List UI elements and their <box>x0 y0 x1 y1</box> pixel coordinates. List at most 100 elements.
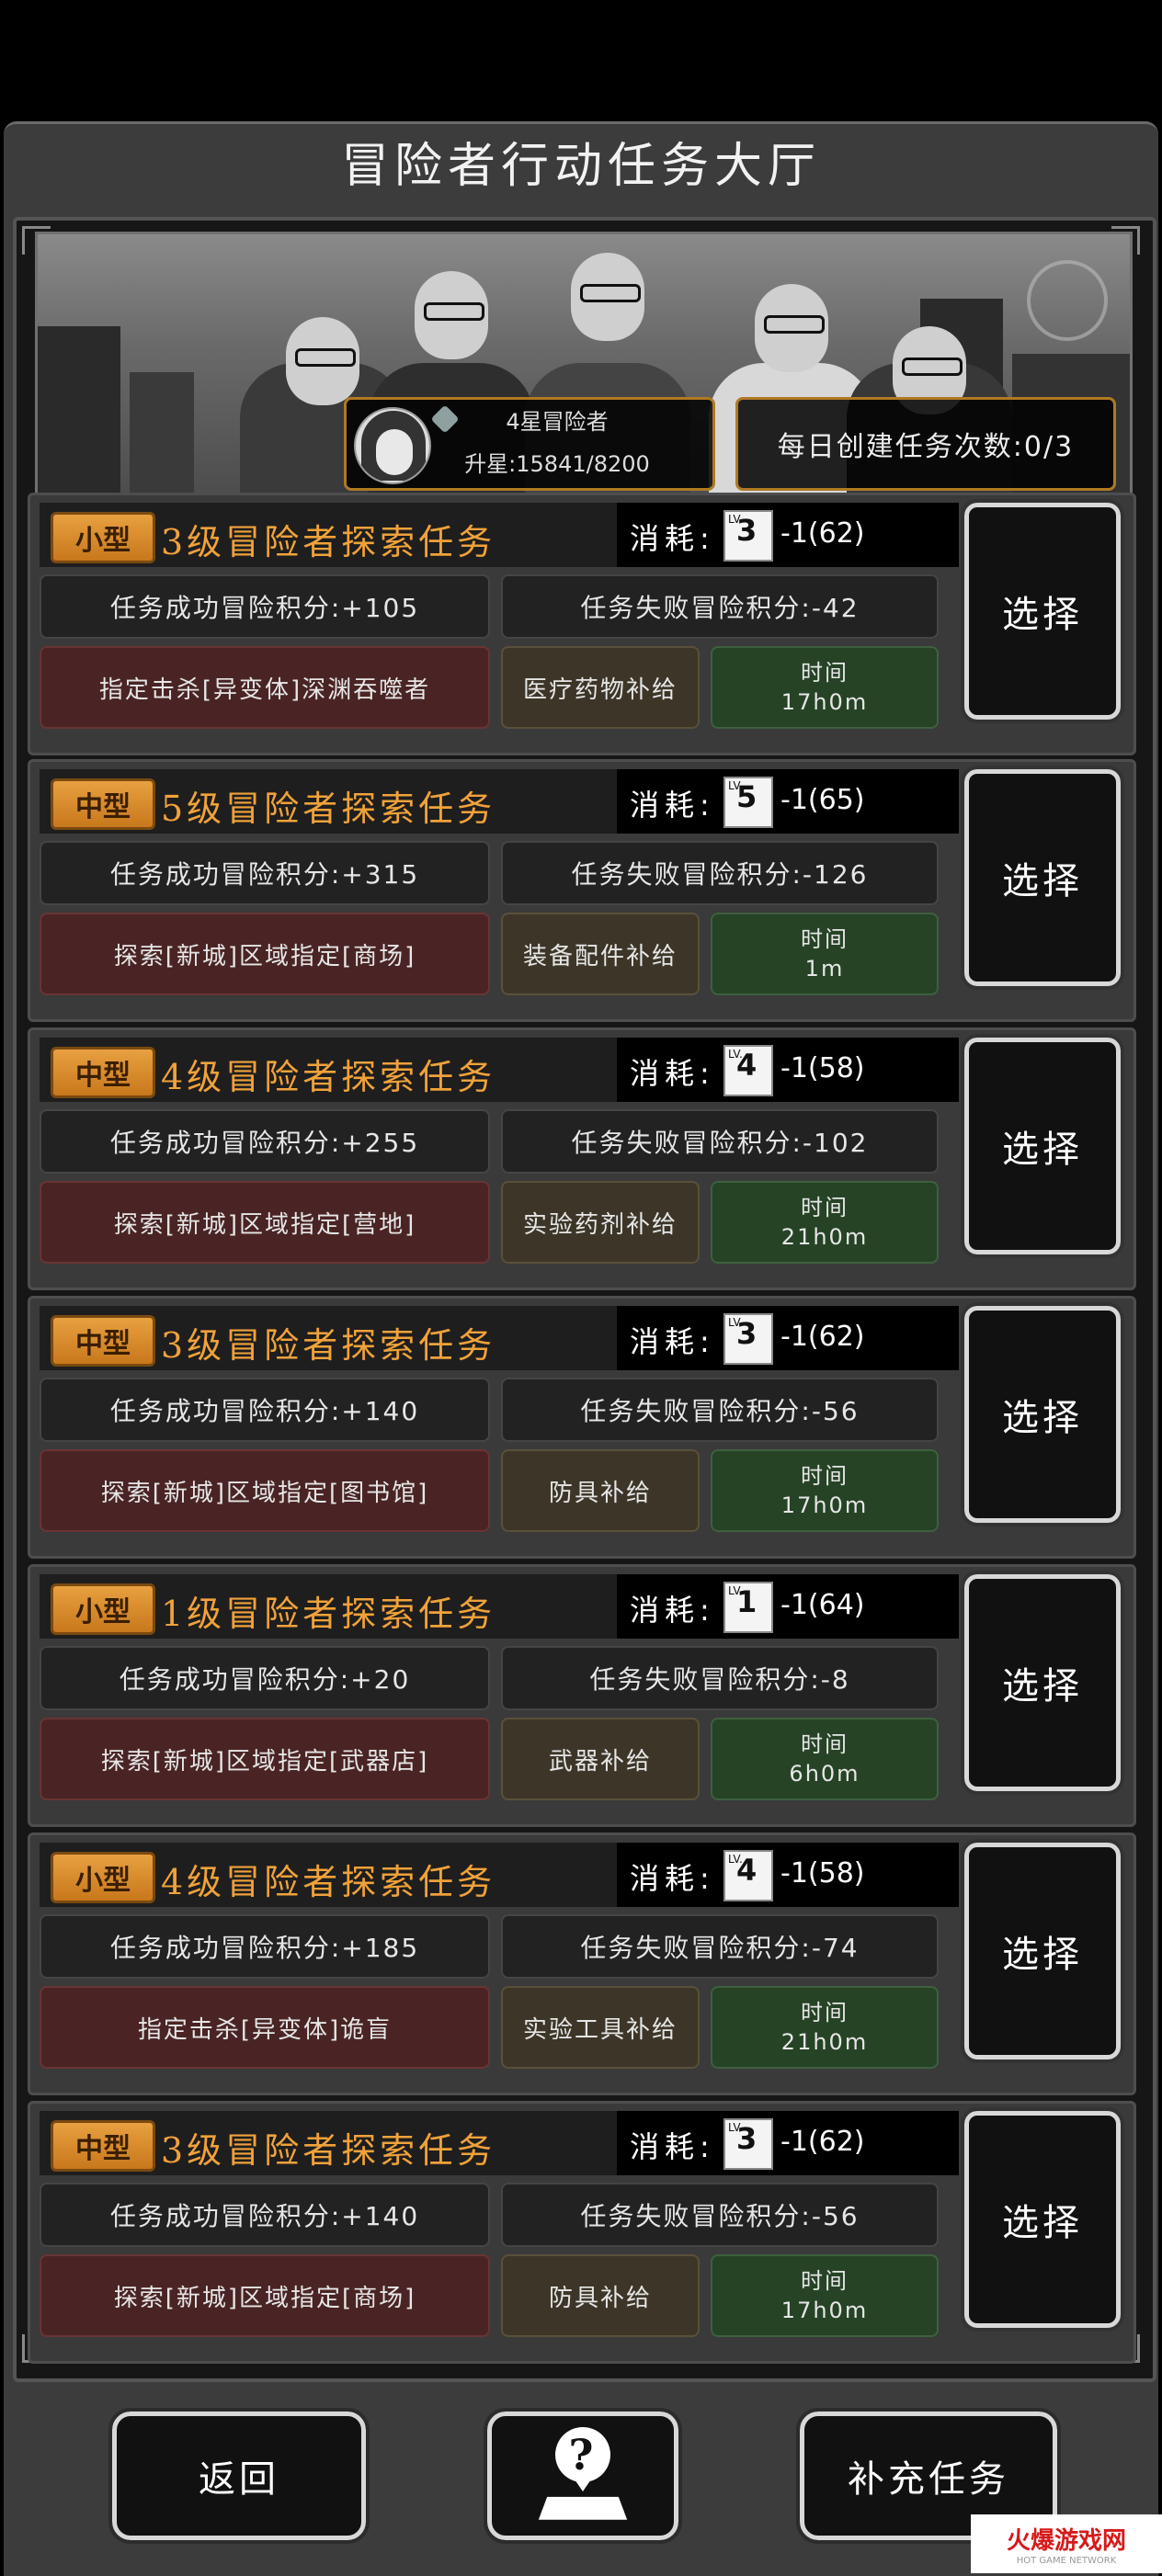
cost-label: 消耗: <box>630 1056 715 1091</box>
fail-points: 任务失败冒险积分:-42 <box>501 574 939 639</box>
cost-value: -1(62) <box>780 1321 865 1353</box>
task-time: 时间 21h0m <box>711 1986 939 2069</box>
watermark-subtitle: HOT GAME NETWORK <box>1016 2556 1117 2566</box>
task-title: 1级冒险者探索任务 <box>161 1594 496 1634</box>
success-points: 任务成功冒险积分:+185 <box>40 1914 490 1979</box>
task-size-badge: 中型 <box>51 2120 155 2172</box>
time-label: 时间 <box>801 2000 849 2026</box>
fail-points: 任务失败冒险积分:-74 <box>501 1914 939 1979</box>
cost-value: -1(62) <box>780 517 865 550</box>
time-value: 17h0m <box>780 1492 869 1518</box>
fail-points: 任务失败冒险积分:-56 <box>501 1378 939 1442</box>
task-title: 4级冒险者探索任务 <box>161 1862 496 1902</box>
time-label: 时间 <box>801 2268 849 2294</box>
task-cost: 消耗: LV. 3 -1(62) <box>617 503 959 567</box>
page-title: 冒险者行动任务大厅 <box>340 139 821 194</box>
time-label: 时间 <box>801 1731 849 1757</box>
task-cost: 消耗: LV. 5 -1(65) <box>617 769 959 834</box>
time-value: 17h0m <box>780 689 869 715</box>
level-card-number: 3 <box>736 2121 758 2156</box>
select-button[interactable]: 选择 <box>961 1302 1124 1526</box>
player-rank-panel: 4星冒险者 升星:15841/8200 <box>344 397 715 491</box>
level-card-icon: LV. 3 <box>723 510 773 562</box>
cost-label: 消耗: <box>630 2129 715 2164</box>
task-reward: 医疗药物补给 <box>501 646 700 729</box>
cost-label: 消耗: <box>630 788 715 823</box>
success-points: 任务成功冒险积分:+140 <box>40 1378 490 1442</box>
guild-emblem-icon <box>1027 260 1108 341</box>
cost-label: 消耗: <box>630 521 715 556</box>
select-button[interactable]: 选择 <box>961 1839 1124 2063</box>
task-title: 5级冒险者探索任务 <box>161 789 496 829</box>
task-reward: 防具补给 <box>501 1449 700 1532</box>
task-reward: 防具补给 <box>501 2254 700 2337</box>
task-size-badge: 小型 <box>51 1583 155 1635</box>
time-label: 时间 <box>801 1195 849 1220</box>
task-time: 时间 6h0m <box>711 1718 939 1800</box>
task-reward: 装备配件补给 <box>501 913 700 995</box>
cost-label: 消耗: <box>630 1593 715 1628</box>
task-header: 中型 5级冒险者探索任务 消耗: LV. 5 -1(65) <box>40 769 959 834</box>
cost-value: -1(64) <box>780 1589 865 1621</box>
task-cost: 消耗: LV. 3 -1(62) <box>617 2111 959 2175</box>
task-time: 时间 17h0m <box>711 2254 939 2337</box>
site-watermark: 火爆游戏网 HOT GAME NETWORK <box>971 2514 1162 2573</box>
level-card-icon: LV. 4 <box>723 1045 773 1096</box>
task-card: 中型 3级冒险者探索任务 消耗: LV. 3 -1(62) 任务成功冒险积分:+… <box>28 1296 1136 1559</box>
select-button[interactable]: 选择 <box>961 766 1124 990</box>
task-card: 小型 3级冒险者探索任务 消耗: LV. 3 -1(62) 任务成功冒险积分:+… <box>28 493 1136 755</box>
cost-label: 消耗: <box>630 1861 715 1896</box>
time-value: 21h0m <box>780 2029 869 2055</box>
time-label: 时间 <box>801 1463 849 1489</box>
task-time: 时间 21h0m <box>711 1181 939 1264</box>
task-reward: 实验工具补给 <box>501 1986 700 2069</box>
success-points: 任务成功冒险积分:+315 <box>40 841 490 905</box>
time-label: 时间 <box>801 926 849 952</box>
time-value: 1m <box>804 956 845 982</box>
task-size-badge: 中型 <box>51 1315 155 1367</box>
task-time: 时间 1m <box>711 913 939 995</box>
task-target: 指定击杀[异变体]诡盲 <box>40 1986 490 2069</box>
level-card-number: 3 <box>736 1316 758 1351</box>
task-target: 探索[新城]区域指定[图书馆] <box>40 1449 490 1532</box>
back-button[interactable]: 返回 <box>108 2408 370 2544</box>
task-cost: 消耗: LV. 1 -1(64) <box>617 1574 959 1639</box>
task-cost: 消耗: LV. 3 -1(62) <box>617 1306 959 1370</box>
success-points: 任务成功冒险积分:+255 <box>40 1109 490 1174</box>
cost-value: -1(58) <box>780 1857 865 1889</box>
select-button[interactable]: 选择 <box>961 499 1124 723</box>
level-card-icon: LV. 3 <box>723 2118 773 2170</box>
time-value: 21h0m <box>780 1224 869 1250</box>
task-time: 时间 17h0m <box>711 646 939 729</box>
help-button[interactable]: ? <box>484 2408 682 2544</box>
task-card: 中型 3级冒险者探索任务 消耗: LV. 3 -1(62) 任务成功冒险积分:+… <box>28 2101 1136 2364</box>
select-button[interactable]: 选择 <box>961 1034 1124 1258</box>
task-header: 小型 1级冒险者探索任务 消耗: LV. 1 -1(64) <box>40 1574 959 1639</box>
fail-points: 任务失败冒险积分:-8 <box>501 1646 939 1710</box>
level-card-icon: LV. 3 <box>723 1313 773 1365</box>
time-label: 时间 <box>801 660 849 686</box>
select-button[interactable]: 选择 <box>961 1571 1124 1795</box>
task-title: 3级冒险者探索任务 <box>161 2130 496 2171</box>
select-button[interactable]: 选择 <box>961 2107 1124 2332</box>
task-card: 小型 1级冒险者探索任务 消耗: LV. 1 -1(64) 任务成功冒险积分:+… <box>28 1564 1136 1827</box>
cost-value: -1(58) <box>780 1052 865 1084</box>
success-points: 任务成功冒险积分:+140 <box>40 2183 490 2247</box>
level-card-icon: LV. 1 <box>723 1582 773 1633</box>
cost-value: -1(65) <box>780 784 865 816</box>
task-target: 探索[新城]区域指定[武器店] <box>40 1718 490 1800</box>
task-header: 中型 4级冒险者探索任务 消耗: LV. 4 -1(58) <box>40 1038 959 1102</box>
time-value: 17h0m <box>780 2298 869 2323</box>
level-card-icon: LV. 4 <box>723 1850 773 1901</box>
fail-points: 任务失败冒险积分:-102 <box>501 1109 939 1174</box>
cost-label: 消耗: <box>630 1324 715 1359</box>
level-card-number: 5 <box>736 779 758 814</box>
task-target: 探索[新城]区域指定[商场] <box>40 2254 490 2337</box>
task-header: 中型 3级冒险者探索任务 消耗: LV. 3 -1(62) <box>40 1306 959 1370</box>
fail-points: 任务失败冒险积分:-126 <box>501 841 939 905</box>
task-size-badge: 小型 <box>51 512 155 563</box>
task-header: 小型 3级冒险者探索任务 消耗: LV. 3 -1(62) <box>40 503 959 567</box>
task-reward: 武器补给 <box>501 1718 700 1800</box>
cost-value: -1(62) <box>780 2126 865 2158</box>
rank-progress: 升星:15841/8200 <box>464 451 650 477</box>
